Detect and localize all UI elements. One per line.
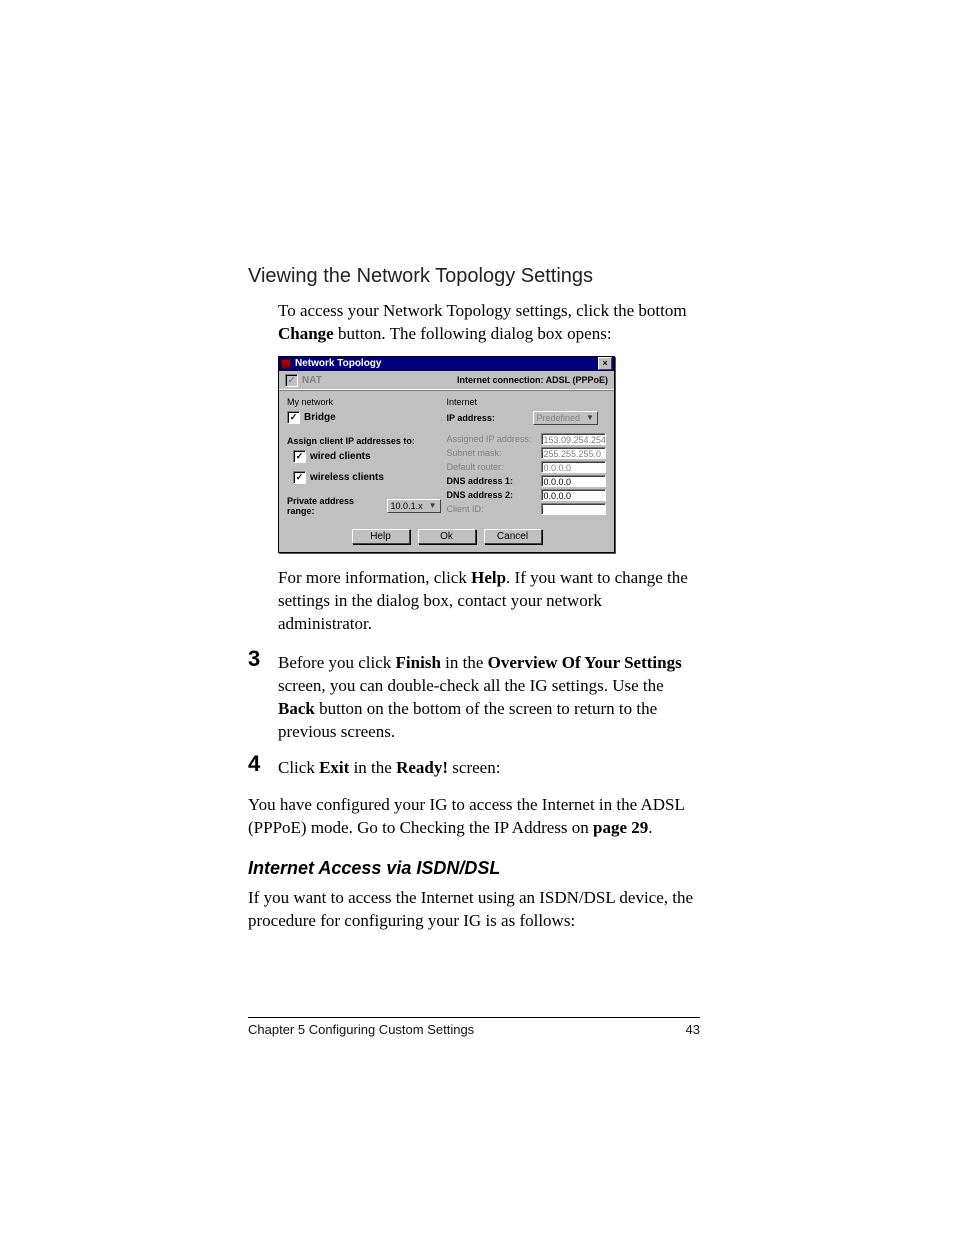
clientid-label: Client ID: [447, 504, 537, 514]
assigned-ip-field[interactable]: 153.09.254.254 [541, 433, 607, 445]
private-range-dropdown[interactable]: 10.0.1.x ▼ [387, 499, 441, 513]
step4-ready-bold: Ready! [396, 758, 448, 777]
after-steps-paragraph: You have configured your IG to access th… [248, 794, 700, 840]
subnet-row: Subnet mask: 255.255.255.0 [447, 447, 607, 459]
checkbox-icon: ✓ [287, 411, 300, 424]
private-range-label: Private address range: [287, 496, 381, 516]
connection-label: Internet connection: ADSL (PPPoE) [457, 375, 608, 385]
dialog-titlebar: Network Topology × [279, 357, 614, 371]
post-dialog-help-bold: Help [471, 568, 506, 587]
assigned-ip-row: Assigned IP address: 153.09.254.254 [447, 433, 607, 445]
dns1-field[interactable]: 0.0.0.0 [541, 475, 607, 487]
bridge-label: Bridge [304, 412, 336, 423]
dialog-body: My network ✓ Bridge Assign client IP add… [279, 391, 614, 525]
router-field[interactable]: 0.0.0.0 [541, 461, 607, 473]
dns2-label: DNS address 2: [447, 490, 537, 500]
help-button[interactable]: Help [352, 529, 410, 544]
ip-address-label: IP address: [447, 413, 527, 423]
internet-label: Internet [447, 397, 607, 407]
intro-paragraph: To access your Network Topology settings… [278, 300, 700, 346]
footer-page-number: 43 [686, 1022, 700, 1037]
step4-exit-bold: Exit [319, 758, 349, 777]
nat-label: NAT [302, 375, 322, 386]
subheading-isdn-dsl: Internet Access via ISDN/DSL [248, 858, 700, 879]
checkbox-icon: ✓ [293, 450, 306, 463]
wireless-clients-checkbox[interactable]: ✓ wireless clients [293, 471, 384, 484]
subnet-label: Subnet mask: [447, 448, 537, 458]
assigned-ip-label: Assigned IP address: [447, 434, 537, 444]
chevron-down-icon: ▼ [586, 413, 594, 422]
dns2-row: DNS address 2: 0.0.0.0 [447, 489, 607, 501]
nat-checkbox[interactable]: ✓ NAT [285, 374, 322, 387]
step-4: 4 Click Exit in the Ready! screen: [248, 757, 700, 780]
bridge-checkbox[interactable]: ✓ Bridge [287, 411, 336, 424]
dns1-row: DNS address 1: 0.0.0.0 [447, 475, 607, 487]
assign-clients-label: Assign client IP addresses to: [287, 436, 441, 446]
step4-b: in the [349, 758, 396, 777]
checkbox-icon: ✓ [293, 471, 306, 484]
step3-c: screen, you can double-check all the IG … [278, 676, 664, 695]
intro-text-b: button. The following dialog box opens: [334, 324, 612, 343]
step4-a: Click [278, 758, 319, 777]
step-3: 3 Before you click Finish in the Overvie… [248, 652, 700, 744]
router-label: Default router: [447, 462, 537, 472]
left-column: My network ✓ Bridge Assign client IP add… [287, 397, 441, 517]
step3-b: in the [441, 653, 488, 672]
step-3-number: 3 [248, 648, 260, 670]
intro-text-a: To access your Network Topology settings… [278, 301, 687, 320]
post-dialog-a: For more information, click [278, 568, 471, 587]
dialog-title: Network Topology [295, 358, 381, 369]
step3-finish-bold: Finish [396, 653, 441, 672]
section-heading: Viewing the Network Topology Settings [248, 265, 700, 288]
footer-chapter: Chapter 5 Configuring Custom Settings [248, 1022, 686, 1037]
wired-clients-checkbox[interactable]: ✓ wired clients [293, 450, 371, 463]
intro-change-bold: Change [278, 324, 334, 343]
wireless-clients-label: wireless clients [310, 472, 384, 483]
dns1-label: DNS address 1: [447, 476, 537, 486]
ip-address-dropdown[interactable]: Predefined ▼ [533, 411, 598, 425]
step-4-number: 4 [248, 753, 260, 775]
step4-c: screen: [448, 758, 500, 777]
right-column: Internet IP address: Predefined ▼ Assign… [447, 397, 607, 517]
clientid-field[interactable] [541, 503, 607, 515]
router-row: Default router: 0.0.0.0 [447, 461, 607, 473]
page-footer: Chapter 5 Configuring Custom Settings 43 [248, 1017, 700, 1037]
step3-back-bold: Back [278, 699, 315, 718]
wired-clients-label: wired clients [310, 451, 371, 462]
footer-rule [248, 1017, 700, 1018]
step3-d: button on the bottom of the screen to re… [278, 699, 657, 741]
clientid-row: Client ID: [447, 503, 607, 515]
dns2-field[interactable]: 0.0.0.0 [541, 489, 607, 501]
ip-address-value: Predefined [537, 413, 581, 423]
step3-a: Before you click [278, 653, 396, 672]
ok-button[interactable]: Ok [418, 529, 476, 544]
close-icon[interactable]: × [598, 357, 612, 370]
my-network-label: My network [287, 397, 441, 407]
post-dialog-paragraph: For more information, click Help. If you… [278, 567, 700, 636]
sub-paragraph: If you want to access the Internet using… [248, 887, 700, 933]
private-range-value: 10.0.1.x [391, 501, 423, 511]
checkbox-icon: ✓ [285, 374, 298, 387]
app-icon [281, 359, 291, 369]
network-topology-dialog: Network Topology × ✓ NAT Internet connec… [278, 356, 615, 553]
cancel-button[interactable]: Cancel [484, 529, 542, 544]
dialog-button-row: Help Ok Cancel [279, 525, 614, 552]
dialog-toolbar: ✓ NAT Internet connection: ADSL (PPPoE) [279, 371, 614, 391]
step3-overview-bold: Overview Of Your Settings [488, 653, 682, 672]
after-page-bold: page 29 [593, 818, 648, 837]
subnet-field[interactable]: 255.255.255.0 [541, 447, 607, 459]
after-b: . [648, 818, 652, 837]
chevron-down-icon: ▼ [429, 501, 437, 510]
